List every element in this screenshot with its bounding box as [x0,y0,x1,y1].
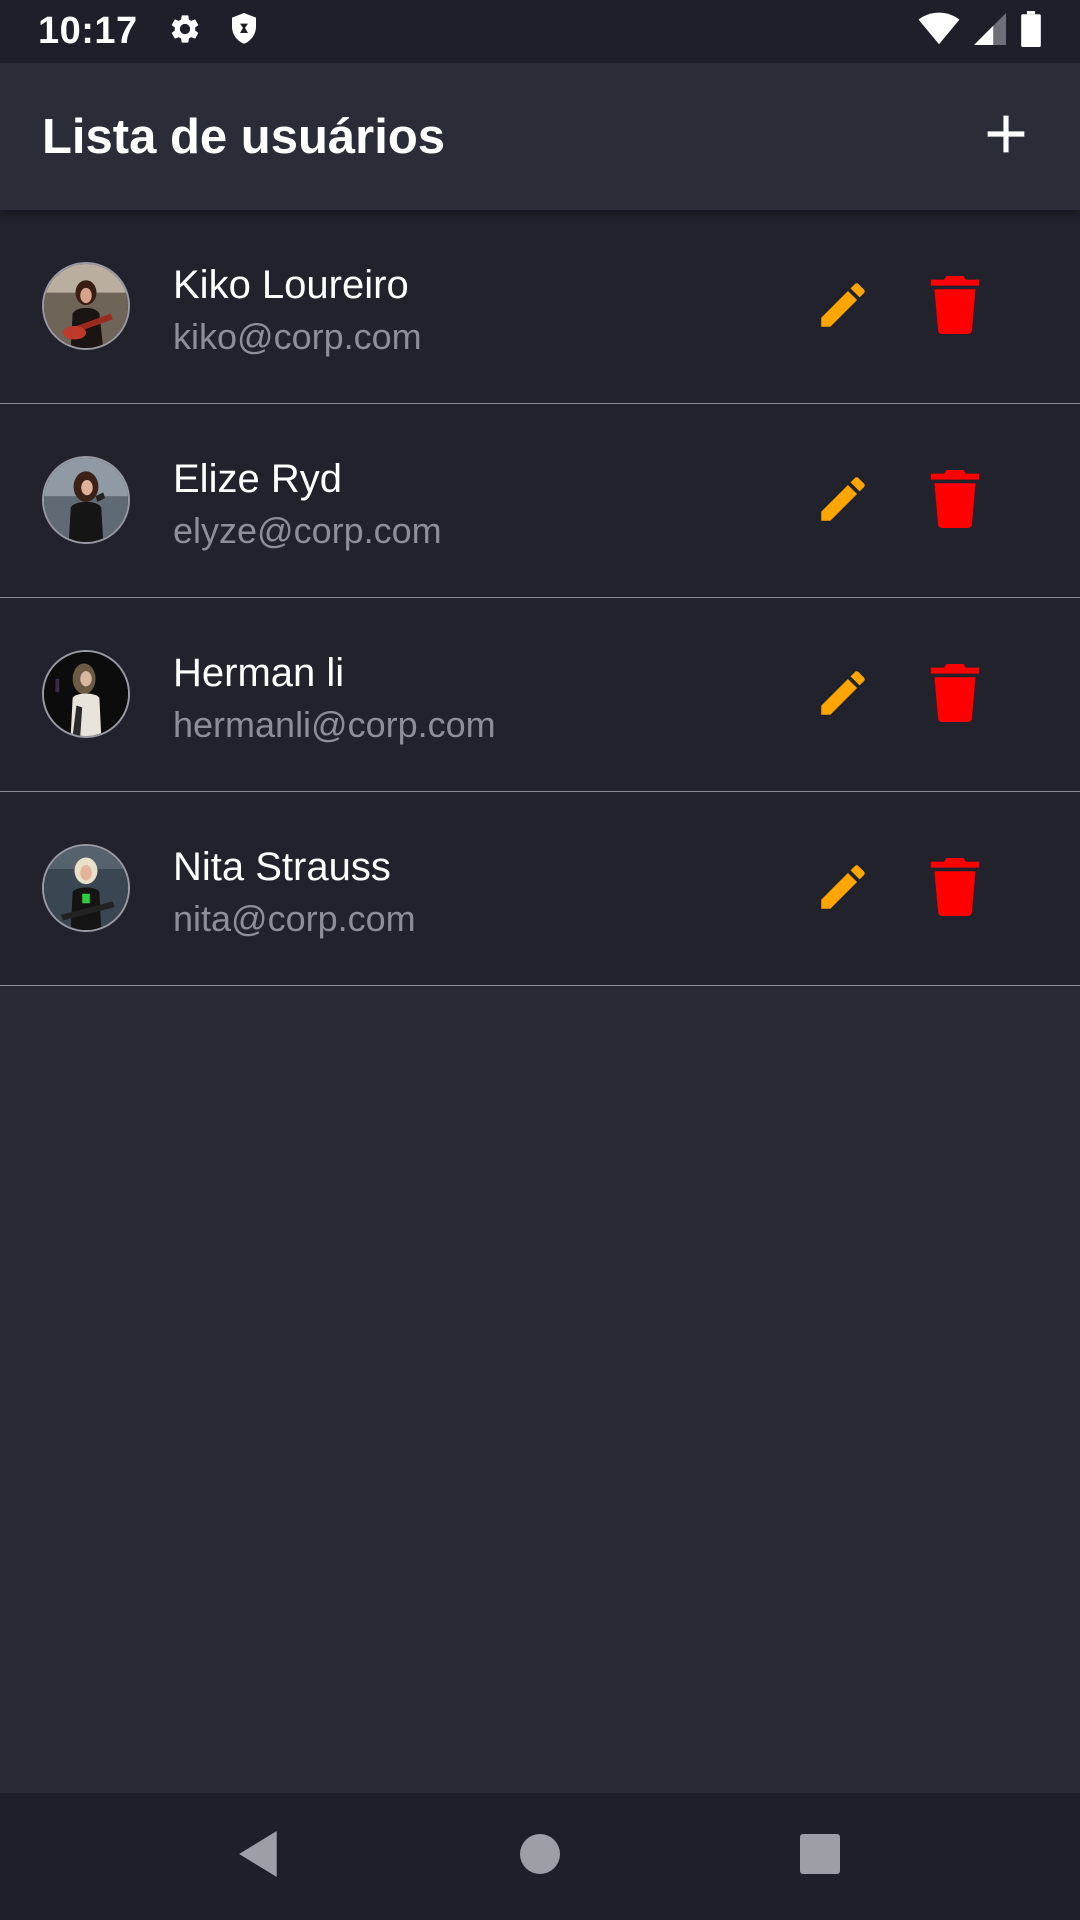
recents-button[interactable] [780,1817,860,1897]
pencil-icon [814,664,872,727]
avatar-photo-icon [44,846,128,930]
avatar-photo-icon [44,264,128,348]
pencil-icon [814,276,872,339]
shield-icon [228,11,260,52]
delete-user-button[interactable] [924,469,986,533]
list-item[interactable]: Nita Strauss nita@corp.com [0,792,1080,986]
delete-user-button[interactable] [924,275,986,339]
back-button[interactable] [220,1817,300,1897]
status-time: 10:17 [38,10,138,52]
wifi-icon [918,12,960,51]
user-name: Elize Ryd [173,457,342,501]
edit-user-button[interactable] [812,470,874,532]
add-icon [984,112,1028,161]
status-right-icons [918,11,1042,52]
home-button[interactable] [500,1817,580,1897]
avatar [42,456,130,544]
user-email: nita@corp.com [173,898,416,939]
edit-user-button[interactable] [812,664,874,726]
back-icon [239,1831,281,1882]
edit-user-button[interactable] [812,276,874,338]
user-info: Nita Strauss nita@corp.com [173,842,416,944]
signal-icon [974,12,1006,51]
list-item[interactable]: Kiko Loureiro kiko@corp.com [0,210,1080,404]
trash-icon [928,857,982,921]
navigation-bar [0,1793,1080,1920]
page-title: Lista de usuários [42,109,446,164]
user-name: Kiko Loureiro [173,263,409,307]
recents-icon [800,1834,840,1879]
delete-user-button[interactable] [924,663,986,727]
user-list: Kiko Loureiro kiko@corp.com Elize Ryd el… [0,210,1080,986]
user-email: elyze@corp.com [173,510,442,551]
user-email: kiko@corp.com [173,316,422,357]
avatar [42,650,130,738]
user-info: Elize Ryd elyze@corp.com [173,454,442,556]
user-info: Kiko Loureiro kiko@corp.com [173,260,422,362]
app-bar: Lista de usuários [0,63,1080,210]
trash-icon [928,663,982,727]
user-email: hermanli@corp.com [173,704,496,745]
avatar [42,262,130,350]
trash-icon [928,469,982,533]
avatar-photo-icon [44,458,128,542]
delete-user-button[interactable] [924,857,986,921]
settings-icon [168,12,202,51]
pencil-icon [814,470,872,533]
add-user-button[interactable] [974,105,1038,169]
trash-icon [928,275,982,339]
battery-icon [1020,11,1042,52]
status-left-icons [168,11,260,52]
home-icon [520,1834,560,1879]
user-name: Nita Strauss [173,845,391,889]
avatar [42,844,130,932]
user-name: Herman li [173,651,345,695]
edit-user-button[interactable] [812,858,874,920]
pencil-icon [814,858,872,921]
avatar-photo-icon [44,652,128,736]
status-bar: 10:17 [0,0,1080,63]
list-item[interactable]: Herman li hermanli@corp.com [0,598,1080,792]
list-item[interactable]: Elize Ryd elyze@corp.com [0,404,1080,598]
user-info: Herman li hermanli@corp.com [173,648,496,750]
screen: 10:17 Lista de usuários Kiko Loureiro ki… [0,0,1080,1920]
